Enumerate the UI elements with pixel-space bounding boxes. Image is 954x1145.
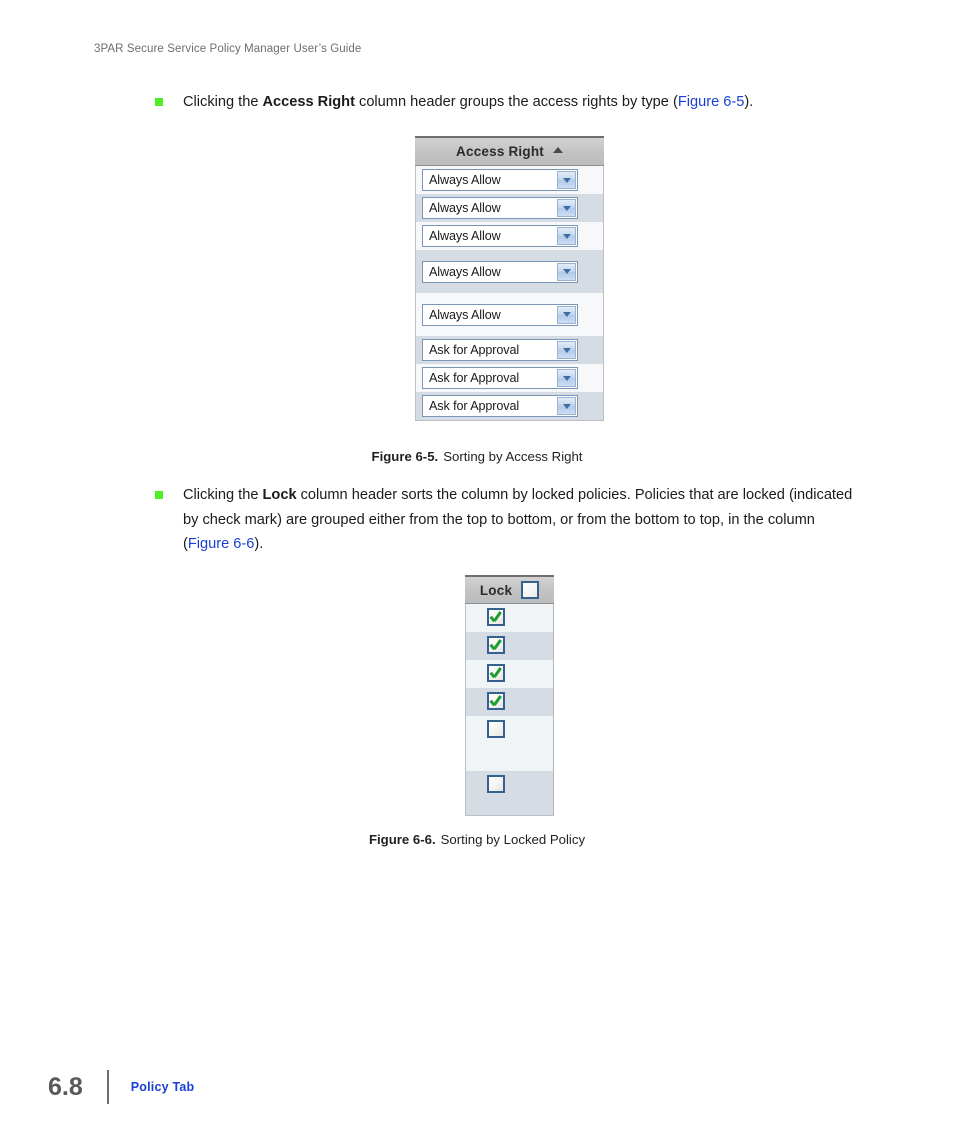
dropdown-button[interactable] xyxy=(557,341,576,359)
figure-caption-6-5: Figure 6-5. Sorting by Access Right xyxy=(0,449,954,464)
table-row[interactable] xyxy=(466,688,553,716)
lock-checkbox-unchecked[interactable] xyxy=(487,775,505,793)
bullet-text-lock: Clicking the Lock column header sorts th… xyxy=(183,483,855,557)
bullet-text-pre: Clicking the xyxy=(183,94,263,110)
access-right-dropdown[interactable]: Always Allow xyxy=(422,260,578,283)
lock-header-checkbox[interactable] xyxy=(521,581,540,599)
bullet-marker-icon xyxy=(155,491,163,499)
figure-caption-text: Sorting by Locked Policy xyxy=(440,832,586,847)
lock-checkbox-checked[interactable] xyxy=(487,608,505,626)
footer-section-title: Policy Tab xyxy=(130,1080,195,1094)
table-row[interactable]: Always Allow xyxy=(416,222,603,250)
bullet-text-bold: Access Right xyxy=(262,94,355,110)
bullet-text-post: ). xyxy=(254,536,264,552)
access-right-value: Always Allow xyxy=(429,307,501,322)
figure-access-right-column: Access Right Always Allow Always Allow A… xyxy=(415,136,604,421)
table-row[interactable]: Ask for Approval xyxy=(416,336,603,364)
column-header-label: Access Right xyxy=(456,144,544,159)
table-row[interactable]: Always Allow xyxy=(416,293,603,336)
cross-reference-link-figure-6-5[interactable]: Figure 6-5 xyxy=(678,94,745,110)
access-right-dropdown[interactable]: Always Allow xyxy=(422,303,578,326)
access-right-dropdown[interactable]: Ask for Approval xyxy=(422,367,578,389)
cross-reference-link-figure-6-6[interactable]: Figure 6-6 xyxy=(188,536,255,552)
table-row[interactable] xyxy=(466,716,553,771)
check-mark-icon xyxy=(490,667,502,679)
lock-checkbox-unchecked[interactable] xyxy=(487,720,505,738)
bullet-text-access-right: Clicking the Access Right column header … xyxy=(183,90,855,115)
access-right-value: Always Allow xyxy=(429,173,501,187)
access-right-value: Always Allow xyxy=(429,229,501,243)
figure-caption-number: Figure 6-5. xyxy=(371,449,439,464)
chevron-down-icon xyxy=(562,347,571,353)
check-mark-icon xyxy=(490,695,502,707)
table-row[interactable]: Always Allow xyxy=(416,166,603,194)
chevron-down-icon xyxy=(562,312,571,317)
folio-page-number: 6.8 xyxy=(48,1072,83,1101)
table-row[interactable] xyxy=(466,632,553,660)
figure-lock-column: Lock xyxy=(465,575,554,816)
lock-checkbox-checked[interactable] xyxy=(487,636,505,654)
dropdown-button[interactable] xyxy=(557,227,576,245)
running-header: 3PAR Secure Service Policy Manager User’… xyxy=(94,43,362,55)
access-right-dropdown[interactable]: Always Allow xyxy=(422,169,578,191)
table-row[interactable] xyxy=(466,604,553,632)
figure-caption-number: Figure 6-6. xyxy=(368,832,436,847)
table-row[interactable]: Always Allow xyxy=(416,194,603,222)
access-right-dropdown[interactable]: Ask for Approval xyxy=(422,395,578,417)
access-right-dropdown[interactable]: Ask for Approval xyxy=(422,339,578,361)
dropdown-button[interactable] xyxy=(557,199,576,217)
access-right-value: Ask for Approval xyxy=(429,399,520,413)
column-header-lock[interactable]: Lock xyxy=(465,577,554,604)
bullet-text-post: ). xyxy=(744,94,754,110)
dropdown-button[interactable] xyxy=(557,305,576,324)
check-mark-icon xyxy=(490,639,502,651)
column-header-access-right[interactable]: Access Right xyxy=(415,138,604,166)
chevron-down-icon xyxy=(562,403,571,409)
page-footer: 6.8 Policy Tab xyxy=(48,1068,194,1106)
bullet-item-lock: Clicking the Lock column header sorts th… xyxy=(155,483,855,557)
lock-checkbox-checked[interactable] xyxy=(487,664,505,682)
bullet-text-mid: column header groups the access rights b… xyxy=(354,94,678,110)
bullet-marker-icon xyxy=(155,98,163,106)
column-header-label: Lock xyxy=(479,582,513,598)
dropdown-button[interactable] xyxy=(557,369,576,387)
figure-caption-6-6: Figure 6-6. Sorting by Locked Policy xyxy=(0,832,954,847)
chevron-down-icon xyxy=(562,205,571,211)
bullet-text-pre: Clicking the xyxy=(183,487,263,503)
chevron-down-icon xyxy=(562,375,571,381)
chevron-down-icon xyxy=(562,233,571,239)
table-row[interactable]: Ask for Approval xyxy=(416,364,603,392)
access-right-rows: Always Allow Always Allow Always Allow A… xyxy=(415,166,604,421)
dropdown-button[interactable] xyxy=(557,397,576,415)
sort-ascending-icon xyxy=(552,146,563,153)
chevron-down-icon xyxy=(562,269,571,274)
bullet-text-bold: Lock xyxy=(262,487,297,503)
access-right-value: Ask for Approval xyxy=(429,343,520,357)
check-mark-icon xyxy=(490,611,502,623)
access-right-dropdown[interactable]: Always Allow xyxy=(422,225,578,247)
table-row[interactable]: Ask for Approval xyxy=(416,392,603,420)
footer-divider xyxy=(106,1070,109,1104)
bullet-item-access-right: Clicking the Access Right column header … xyxy=(155,90,855,115)
access-right-value: Ask for Approval xyxy=(429,371,520,385)
access-right-value: Always Allow xyxy=(429,201,501,215)
table-row[interactable] xyxy=(466,660,553,688)
figure-caption-text: Sorting by Access Right xyxy=(443,449,583,464)
table-row[interactable] xyxy=(466,771,553,815)
dropdown-button[interactable] xyxy=(557,262,576,281)
table-row[interactable]: Always Allow xyxy=(416,250,603,293)
access-right-value: Always Allow xyxy=(429,264,501,279)
access-right-dropdown[interactable]: Always Allow xyxy=(422,197,578,219)
lock-rows xyxy=(465,604,554,816)
chevron-down-icon xyxy=(562,177,571,183)
dropdown-button[interactable] xyxy=(557,171,576,189)
lock-checkbox-checked[interactable] xyxy=(487,692,505,710)
